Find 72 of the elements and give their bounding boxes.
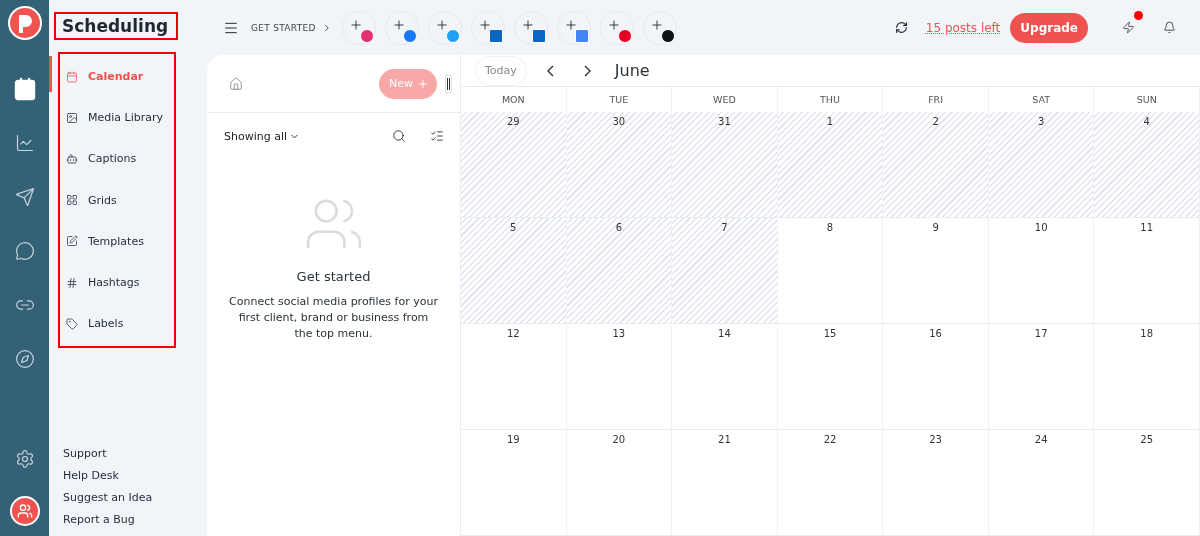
- day-cell[interactable]: 31: [672, 112, 778, 218]
- nav-item[interactable]: Labels: [60, 303, 174, 345]
- day-cell[interactable]: 29: [461, 112, 567, 218]
- day-cell[interactable]: 17: [988, 324, 1095, 430]
- edit-icon: [66, 235, 78, 248]
- day-cell[interactable]: 8: [777, 218, 884, 324]
- day-cell[interactable]: 13: [566, 324, 673, 430]
- nav-item[interactable]: Media Library: [60, 97, 174, 139]
- list-icon[interactable]: [430, 129, 444, 143]
- home-icon[interactable]: [229, 76, 243, 91]
- day-cell[interactable]: 18: [1094, 324, 1200, 430]
- day-cell[interactable]: 6: [566, 218, 673, 324]
- day-cell[interactable]: 3: [988, 112, 1095, 218]
- plus-icon: [477, 17, 492, 32]
- plus-icon: [391, 17, 406, 32]
- search-icon[interactable]: [392, 129, 406, 143]
- refresh-icon[interactable]: [894, 21, 908, 34]
- day-cell[interactable]: 2: [883, 112, 989, 218]
- day-cell[interactable]: 5: [461, 218, 567, 324]
- day-cell[interactable]: 10: [988, 218, 1095, 324]
- plus-icon: [417, 77, 429, 90]
- team-avatar[interactable]: [9, 496, 40, 526]
- nav-item[interactable]: Templates: [60, 220, 174, 262]
- section-title: Scheduling: [54, 12, 178, 40]
- day-cell[interactable]: 9: [883, 218, 989, 324]
- day-cell[interactable]: 1: [777, 112, 884, 218]
- day-cell[interactable]: 7: [672, 218, 778, 324]
- hash-icon: [66, 276, 78, 289]
- add-profile-button[interactable]: [642, 10, 677, 45]
- day-cell[interactable]: 4: [1094, 112, 1200, 218]
- plus-icon: [348, 17, 363, 32]
- day-cell[interactable]: 15: [777, 324, 884, 430]
- footer-link[interactable]: Report a Bug: [63, 513, 207, 526]
- day-cell[interactable]: 25: [1094, 430, 1200, 536]
- plus-icon: [649, 17, 664, 32]
- nav-item[interactable]: Captions: [60, 138, 174, 180]
- day-cell[interactable]: 20: [566, 430, 673, 536]
- month-title: June: [614, 61, 650, 80]
- day-cell[interactable]: 30: [566, 112, 673, 218]
- plus-icon: [563, 17, 578, 32]
- day-cell[interactable]: 16: [883, 324, 989, 430]
- image-icon: [66, 111, 78, 124]
- day-cell[interactable]: 11: [1094, 218, 1200, 324]
- tag-icon: [66, 317, 78, 330]
- chevron-left-icon: [546, 64, 554, 77]
- day-cell[interactable]: 22: [777, 430, 884, 536]
- robot-icon: [66, 152, 78, 165]
- resize-handle[interactable]: [445, 74, 452, 93]
- plus-icon: [520, 17, 535, 32]
- footer-link[interactable]: Suggest an Idea: [63, 491, 207, 504]
- day-cell[interactable]: 23: [883, 430, 989, 536]
- calendar-icon: [66, 70, 78, 83]
- day-cell[interactable]: 14: [672, 324, 778, 430]
- day-cell[interactable]: 19: [461, 430, 567, 536]
- today-button[interactable]: Today: [475, 55, 527, 86]
- day-cell[interactable]: 21: [672, 430, 778, 536]
- filter-dropdown[interactable]: Showing all: [224, 129, 301, 143]
- app-logo[interactable]: [7, 6, 42, 40]
- footer-link[interactable]: Support: [63, 447, 207, 460]
- empty-text: Connect social media profiles for your first client, brand or business from the top menu.: [228, 294, 439, 342]
- day-cell[interactable]: 24: [988, 430, 1095, 536]
- chevron-right-icon: [583, 64, 591, 77]
- get-started-link[interactable]: GET STARTED: [251, 22, 316, 33]
- footer-link[interactable]: Help Desk: [63, 469, 207, 482]
- day-cell[interactable]: 12: [461, 324, 567, 430]
- bell-icon[interactable]: [1163, 21, 1176, 34]
- nav-item[interactable]: Hashtags: [60, 261, 174, 304]
- nav-item[interactable]: Grids: [60, 179, 174, 221]
- plus-icon: [606, 17, 621, 32]
- plus-icon: [434, 17, 449, 32]
- empty-title: Get started: [296, 269, 371, 284]
- grid-icon: [66, 194, 78, 207]
